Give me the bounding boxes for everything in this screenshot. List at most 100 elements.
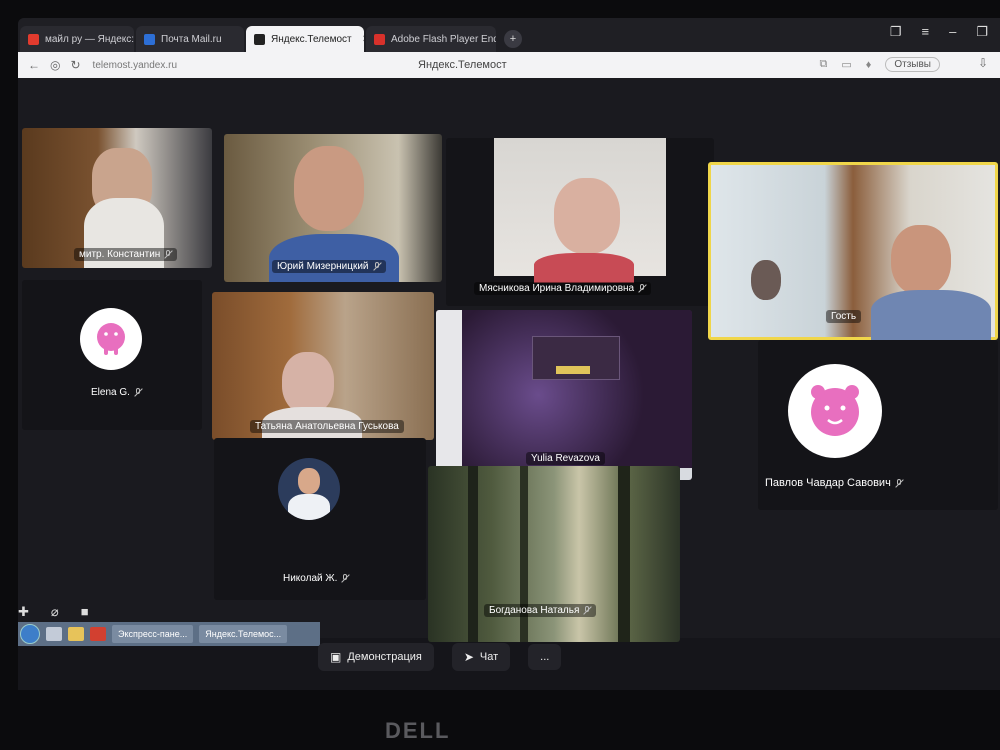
taskbar-app-label: Экспресс-пане... xyxy=(118,629,188,639)
participant-tile[interactable]: митр. Константин xyxy=(22,128,212,268)
muted-mic-icon xyxy=(164,250,172,259)
name-label: Павлов Чавдар Савович xyxy=(765,477,891,489)
muted-mic-icon xyxy=(638,284,646,293)
opera-icon[interactable] xyxy=(90,627,106,641)
taskbar-app[interactable]: Экспресс-пане... xyxy=(112,625,194,643)
participant-name: Мясникова Ирина Владимировна xyxy=(474,282,652,295)
copy-icon[interactable]: ⧉ xyxy=(819,58,827,71)
participant-name: Elena G. xyxy=(86,386,147,399)
camera-icon[interactable]: ■ xyxy=(81,604,89,620)
avatar xyxy=(80,308,142,370)
tab-yandex-search[interactable]: майл ру — Яндекс: нашл xyxy=(20,26,134,52)
close-icon[interactable]: ✕ xyxy=(362,34,364,45)
video-feed xyxy=(494,138,666,283)
tab-label: Adobe Flash Player End of xyxy=(391,33,496,45)
muted-mic-icon xyxy=(341,574,349,583)
monitor-brand-logo: DELL xyxy=(385,718,451,743)
browser-right-tools: ⧉ ▭ ♦ Отзывы xyxy=(819,57,940,72)
start-icon[interactable] xyxy=(20,624,40,644)
participant-name: Николай Ж. xyxy=(278,572,354,585)
tab-adobe-flash[interactable]: Adobe Flash Player End of xyxy=(366,26,496,52)
participant-name: Павлов Чавдар Савович xyxy=(760,476,908,490)
bookmarks-icon[interactable]: ❐ xyxy=(890,24,902,40)
add-participant-icon[interactable]: ✚ xyxy=(18,604,29,620)
participant-name: Гость xyxy=(826,310,862,323)
meeting-toolbar: ▣ Демонстрация ➤ Чат ... xyxy=(318,643,562,671)
tab-telemost[interactable]: Яндекс.Телемост ✕ xyxy=(246,26,364,52)
more-button[interactable]: ... xyxy=(528,644,562,670)
lion-icon xyxy=(811,385,859,436)
screen-share-icon: ▣ xyxy=(330,650,342,664)
restore-icon[interactable]: ❐ xyxy=(976,24,988,40)
more-label: ... xyxy=(540,651,550,663)
name-label: Юрий Мизерницкий xyxy=(277,261,369,272)
feedback-button[interactable]: Отзывы xyxy=(885,57,940,72)
browser-tab-bar: майл ру — Яндекс: нашл Почта Mail.ru Янд… xyxy=(18,18,1000,52)
video-feed xyxy=(22,128,212,268)
avatar xyxy=(788,364,882,458)
participant-tile[interactable]: Богданова Наталья xyxy=(428,466,680,642)
mic-icon[interactable]: ♦ xyxy=(866,59,872,71)
screen-share-label: Демонстрация xyxy=(347,651,422,663)
back-icon[interactable]: ← xyxy=(28,58,40,72)
name-label: Elena G. xyxy=(91,387,130,398)
participant-tile[interactable]: Elena G. xyxy=(22,280,202,430)
folder-icon[interactable] xyxy=(68,627,84,641)
reload-icon[interactable]: ↻ xyxy=(70,58,80,72)
camera-icon[interactable]: ▭ xyxy=(841,58,851,71)
muted-mic-icon xyxy=(895,478,903,488)
lock-icon[interactable]: ◎ xyxy=(50,58,60,72)
screen-share-button[interactable]: ▣ Демонстрация xyxy=(318,643,434,671)
taskbar-app[interactable]: Яндекс.Телемос... xyxy=(199,625,288,643)
participant-name: Yulia Revazova xyxy=(526,452,605,465)
muted-mic-icon xyxy=(134,388,142,397)
meeting-grid: митр. Константин Юрий Мизерницкий Мясник… xyxy=(18,78,1000,642)
tab-label: Яндекс.Телемост xyxy=(271,33,352,45)
participant-tile[interactable]: Николай Ж. xyxy=(214,438,426,600)
name-label: митр. Константин xyxy=(79,249,161,260)
address-bar: ← ◎ ↻ telemost.yandex.ru Яндекс.Телемост… xyxy=(18,52,1000,78)
menu-icon[interactable]: ≡ xyxy=(922,24,930,40)
url-field[interactable]: telemost.yandex.ru xyxy=(93,60,178,71)
window-controls: ❐ ≡ – ❐ xyxy=(890,24,988,40)
participant-name: Татьяна Анатольевна Гуськова xyxy=(250,420,404,433)
tab-label: майл ру — Яндекс: нашл xyxy=(45,33,134,45)
screen-share-tile[interactable]: Yulia Revazova xyxy=(436,310,692,480)
taskbar-app-label: Яндекс.Телемос... xyxy=(205,629,282,639)
walrus-icon xyxy=(97,323,125,355)
mic-off-icon[interactable]: ⌀ xyxy=(51,604,59,620)
participant-tile[interactable]: Юрий Мизерницкий xyxy=(224,134,442,282)
video-feed xyxy=(212,292,434,440)
new-tab-button[interactable]: + xyxy=(504,30,522,48)
telemost-icon xyxy=(254,33,265,45)
tab-mail[interactable]: Почта Mail.ru xyxy=(136,26,244,52)
os-taskbar: Экспресс-пане... Яндекс.Телемос... xyxy=(18,622,320,646)
participant-name: Юрий Мизерницкий xyxy=(272,260,386,273)
participant-name: Богданова Наталья xyxy=(484,604,597,617)
muted-mic-icon xyxy=(373,262,381,271)
monitor-screen: майл ру — Яндекс: нашл Почта Mail.ru Янд… xyxy=(18,18,1000,690)
download-icon[interactable]: ⇩ xyxy=(978,56,988,70)
mail-icon xyxy=(144,33,155,45)
ie-icon[interactable] xyxy=(46,627,62,641)
name-label: Николай Ж. xyxy=(283,573,338,584)
participant-tile[interactable]: Павлов Чавдар Савович xyxy=(758,340,998,510)
participant-tile[interactable]: Татьяна Анатольевна Гуськова xyxy=(212,292,434,440)
name-label: Татьяна Анатольевна Гуськова xyxy=(255,421,399,432)
tab-label: Почта Mail.ru xyxy=(161,33,222,45)
chat-button[interactable]: ➤ Чат xyxy=(451,643,511,671)
name-label: Yulia Revazova xyxy=(531,453,600,464)
name-label: Гость xyxy=(831,311,857,322)
yandex-icon xyxy=(28,33,39,45)
name-label: Мясникова Ирина Владимировна xyxy=(479,283,635,294)
muted-mic-icon xyxy=(583,606,591,615)
minimize-icon[interactable]: – xyxy=(949,24,956,40)
chat-icon: ➤ xyxy=(463,650,474,664)
participant-tile-active[interactable]: Гость xyxy=(708,162,998,340)
participant-tile[interactable]: Мясникова Ирина Владимировна xyxy=(446,138,714,306)
chat-label: Чат xyxy=(479,651,499,663)
participant-name: митр. Константин xyxy=(74,248,178,261)
left-tools: ✚ ⌀ ■ xyxy=(18,604,89,620)
nav-buttons: ← ◎ ↻ xyxy=(28,58,81,72)
feedback-label: Отзывы xyxy=(894,59,931,70)
